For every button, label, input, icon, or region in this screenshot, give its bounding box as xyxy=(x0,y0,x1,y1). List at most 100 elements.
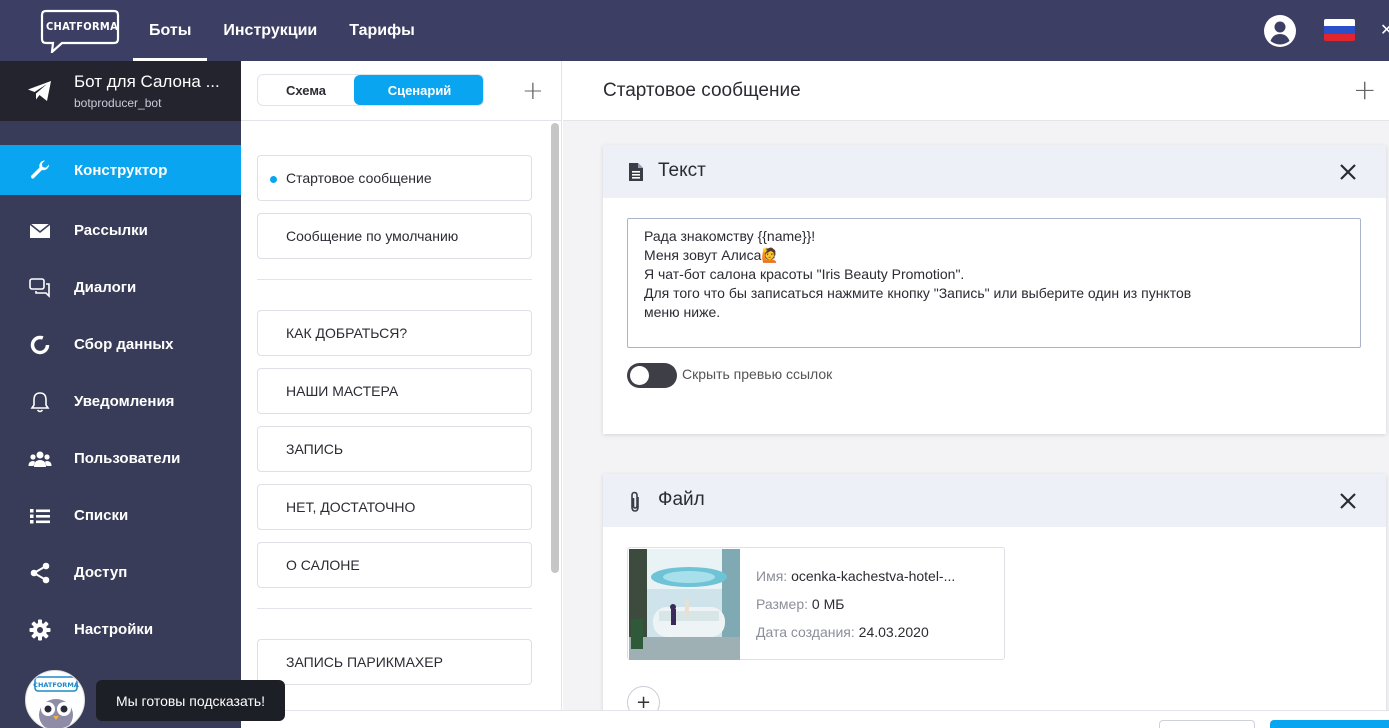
nav-bots[interactable]: Боты xyxy=(133,0,208,61)
sidebar-menu: Конструктор Рассылки Диалоги Сбор данных… xyxy=(0,145,241,658)
sidebar-item-label: Конструктор xyxy=(74,161,168,179)
list-item[interactable]: НЕТ, ДОСТАТОЧНО xyxy=(257,484,532,530)
sidebar-item-label: Доступ xyxy=(74,564,128,581)
list-icon xyxy=(28,504,52,528)
bot-name: Бот для Салона ... xyxy=(74,72,220,91)
list-item-label: НАШИ МАСТЕРА xyxy=(286,383,399,399)
divider xyxy=(241,120,562,121)
text-block: Текст Рада знакомству {{name}}! Меня зов… xyxy=(603,145,1386,434)
gear-icon xyxy=(28,618,52,642)
file-block-header: Файл xyxy=(603,474,1386,527)
file-name-row: Имя: ocenka-kachestva-hotel-... xyxy=(756,568,955,584)
assistant-avatar[interactable]: CHATFORMA xyxy=(25,670,85,728)
help-bubble[interactable]: Мы готовы подсказать! xyxy=(96,680,285,721)
view-switch: Схема Сценарий xyxy=(257,74,484,106)
text-block-title: Текст xyxy=(658,160,706,181)
list-item[interactable]: НАШИ МАСТЕРА xyxy=(257,368,532,414)
editor-header: Стартовое сообщение + xyxy=(563,61,1389,121)
file-date-value: 24.03.2020 xyxy=(858,624,929,640)
file-block-title: Файл xyxy=(658,489,705,510)
list-item[interactable]: О САЛОНЕ xyxy=(257,542,532,588)
file-date-row: Дата создания: 24.03.2020 xyxy=(756,624,929,640)
top-bar: CHATFORMA Боты Инструкции Тарифы ✕ xyxy=(0,0,1389,61)
tab-scenario[interactable]: Сценарий xyxy=(354,75,483,105)
user-circle-icon[interactable] xyxy=(1264,15,1296,47)
telegram-icon xyxy=(28,81,51,101)
list-item-label: ЗАПИСЬ ПАРИКМАХЕР xyxy=(286,654,443,670)
sidebar-item-label: Настройки xyxy=(74,621,154,638)
logo-text: CHATFORMA xyxy=(45,20,119,33)
envelope-icon xyxy=(28,219,52,243)
file-name-value: ocenka-kachestva-hotel-... xyxy=(791,568,956,584)
sidebar-item-label: Пользователи xyxy=(74,450,181,467)
nav-tariffs[interactable]: Тарифы xyxy=(333,0,431,61)
sidebar-item-label: Списки xyxy=(74,507,129,524)
file-size-row: Размер: 0 МБ xyxy=(756,596,844,612)
add-message-button[interactable]: + xyxy=(522,78,544,104)
tab-schema[interactable]: Схема xyxy=(258,75,354,105)
list-item[interactable]: ЗАПИСЬ xyxy=(257,426,532,472)
active-dot-icon xyxy=(270,176,277,183)
list-item-label: Стартовое сообщение xyxy=(286,170,432,186)
file-block: Файл Имя: ocenka-kachestva-hotel-... Раз… xyxy=(603,474,1386,728)
sidebar-item-lists[interactable]: Списки xyxy=(0,487,241,544)
sidebar-item-mailings[interactable]: Рассылки xyxy=(0,202,241,259)
cancel-button[interactable] xyxy=(1159,720,1255,728)
scrollbar[interactable] xyxy=(551,123,559,573)
sidebar-item-label: Диалоги xyxy=(74,279,137,296)
sidebar-item-notifications[interactable]: Уведомления xyxy=(0,373,241,430)
file-name-key: Имя: xyxy=(756,568,788,584)
bell-icon xyxy=(28,390,52,414)
top-nav: Боты Инструкции Тарифы xyxy=(133,0,431,61)
sidebar-item-label: Сбор данных xyxy=(74,336,174,353)
sidebar: Бот для Салона ... botproducer_bot Конст… xyxy=(0,61,241,728)
scenario-panel: Схема Сценарий + Стартовое сообщение Соо… xyxy=(241,61,562,728)
list-item-label: О САЛОНЕ xyxy=(286,557,360,573)
file-size-value: 0 МБ xyxy=(811,596,845,612)
sidebar-item-dialogs[interactable]: Диалоги xyxy=(0,259,241,316)
nav-instructions[interactable]: Инструкции xyxy=(207,0,333,61)
svg-text:CHATFORMA: CHATFORMA xyxy=(33,681,79,689)
paperclip-icon xyxy=(631,491,639,512)
page-title: Стартовое сообщение xyxy=(603,80,801,101)
toggle-knob xyxy=(630,366,649,385)
add-block-button[interactable]: + xyxy=(1353,76,1376,104)
chat-icon xyxy=(28,276,52,300)
russian-flag-icon[interactable] xyxy=(1324,19,1355,41)
list-item-start-message[interactable]: Стартовое сообщение xyxy=(257,155,532,201)
users-icon xyxy=(28,447,52,471)
sidebar-item-users[interactable]: Пользователи xyxy=(0,430,241,487)
list-item-label: НЕТ, ДОСТАТОЧНО xyxy=(286,499,416,515)
document-icon xyxy=(629,163,643,181)
divider xyxy=(257,279,532,280)
file-date-key: Дата создания: xyxy=(756,624,855,640)
file-attachment[interactable]: Имя: ocenka-kachestva-hotel-... Размер: … xyxy=(627,547,1005,660)
message-list: Стартовое сообщение Сообщение по умолчан… xyxy=(257,155,532,697)
sidebar-item-data-collection[interactable]: Сбор данных xyxy=(0,316,241,373)
chatforma-logo[interactable]: CHATFORMA xyxy=(40,9,120,53)
share-icon xyxy=(28,561,52,585)
list-item[interactable]: ЗАПИСЬ ПАРИКМАХЕР xyxy=(257,639,532,685)
close-icon[interactable] xyxy=(1339,163,1357,181)
bot-login: botproducer_bot xyxy=(74,96,162,110)
list-item-label: КАК ДОБРАТЬСЯ? xyxy=(286,325,408,341)
list-item[interactable]: КАК ДОБРАТЬСЯ? xyxy=(257,310,532,356)
message-text-input[interactable]: Рада знакомству {{name}}! Меня зовут Али… xyxy=(627,218,1361,348)
close-icon[interactable] xyxy=(1339,492,1357,510)
sidebar-item-settings[interactable]: Настройки xyxy=(0,601,241,658)
list-item-label: Сообщение по умолчанию xyxy=(286,228,459,244)
bot-card[interactable]: Бот для Салона ... botproducer_bot xyxy=(0,61,241,121)
file-thumbnail xyxy=(629,549,740,660)
toggle-label: Скрыть превью ссылок xyxy=(682,366,833,382)
message-editor: Стартовое сообщение + Текст Рада знакомс… xyxy=(563,61,1389,728)
list-item-default-message[interactable]: Сообщение по умолчанию xyxy=(257,213,532,259)
hide-link-preview-toggle[interactable] xyxy=(627,363,677,388)
sidebar-item-access[interactable]: Доступ xyxy=(0,544,241,601)
divider xyxy=(257,608,532,609)
sidebar-item-constructor[interactable]: Конструктор xyxy=(0,145,241,195)
sidebar-item-label: Рассылки xyxy=(74,222,148,239)
donut-chart-icon xyxy=(28,333,52,357)
save-button[interactable] xyxy=(1270,720,1389,728)
close-icon[interactable]: ✕ xyxy=(1380,20,1389,39)
text-block-header: Текст xyxy=(603,145,1386,198)
